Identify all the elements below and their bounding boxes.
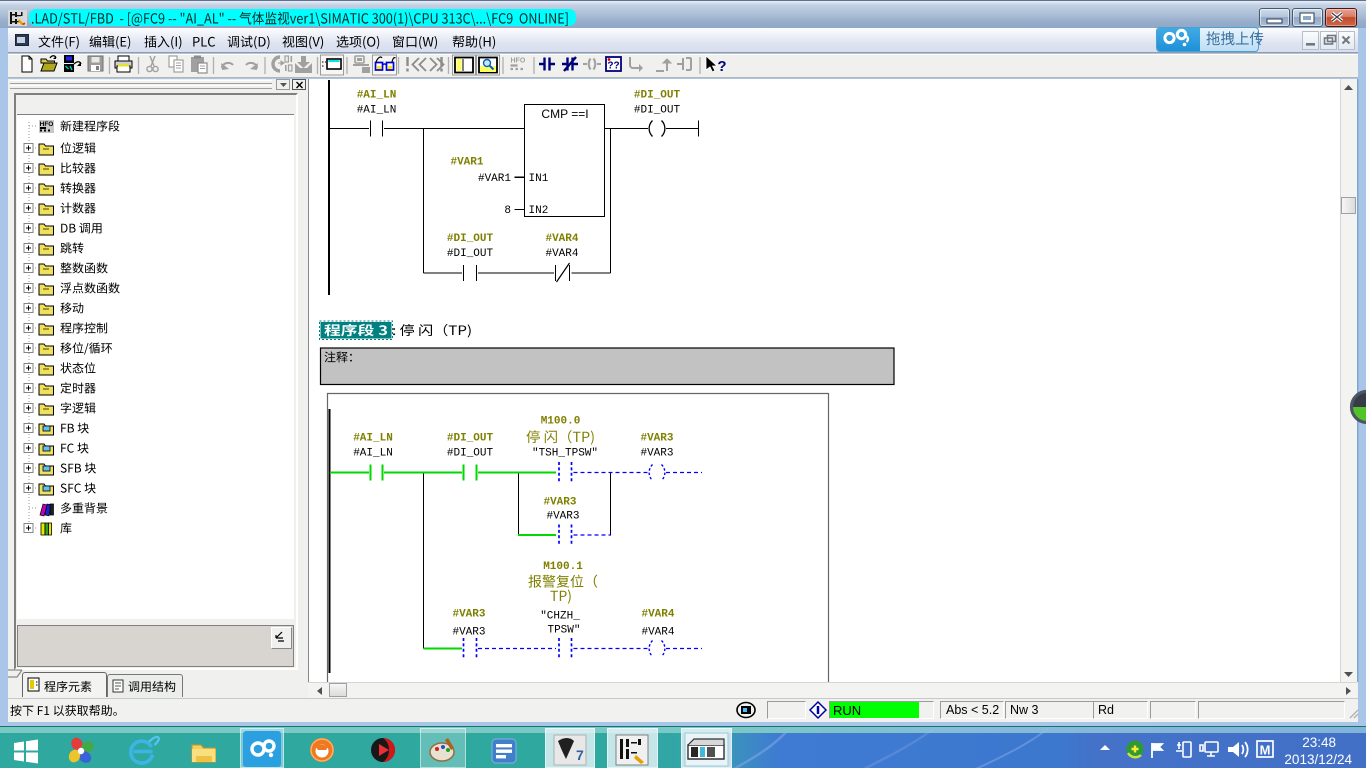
- svg-text:M100.0: M100.0: [541, 416, 581, 428]
- svg-text:??: ??: [607, 61, 619, 72]
- svg-text:RUN: RUN: [833, 703, 861, 718]
- svg-text:#VAR3: #VAR3: [546, 511, 579, 523]
- svg-text:#VAR3: #VAR3: [452, 609, 485, 621]
- svg-text:#VAR3: #VAR3: [640, 448, 673, 460]
- svg-text:M100.1: M100.1: [543, 561, 583, 573]
- svg-text:"CHZH_: "CHZH_: [540, 611, 580, 623]
- svg-text:#DI_OUT: #DI_OUT: [447, 448, 494, 460]
- svg-text:?: ?: [717, 58, 726, 75]
- svg-text:TPSW": TPSW": [547, 625, 580, 637]
- svg-text:M: M: [1260, 743, 1271, 758]
- svg-text:#VAR4: #VAR4: [545, 248, 578, 260]
- svg-text:#VAR1: #VAR1: [450, 157, 483, 169]
- svg-text:8: 8: [504, 205, 511, 217]
- svg-text:23:48: 23:48: [1302, 735, 1336, 750]
- svg-text:#DI_OUT: #DI_OUT: [634, 105, 681, 117]
- svg-text:"TSH_TPSW": "TSH_TPSW": [532, 448, 598, 460]
- svg-text:#DI_OUT: #DI_OUT: [634, 90, 681, 102]
- svg-text:7: 7: [576, 747, 584, 763]
- svg-text:IN1: IN1: [529, 173, 549, 185]
- svg-text:#VAR4: #VAR4: [641, 609, 674, 621]
- svg-text:Abs < 5.2: Abs < 5.2: [946, 703, 999, 717]
- svg-text:#AI_LN: #AI_LN: [357, 90, 397, 102]
- svg-text:#VAR3: #VAR3: [640, 433, 673, 445]
- svg-text:#VAR3: #VAR3: [452, 627, 485, 639]
- svg-text:CMP ==I: CMP ==I: [541, 107, 588, 121]
- svg-text:#AI_LN: #AI_LN: [353, 448, 393, 460]
- svg-text:HFO: HFO: [40, 121, 54, 128]
- svg-text:#VAR1: #VAR1: [478, 173, 511, 185]
- svg-text:#VAR4: #VAR4: [545, 233, 578, 245]
- svg-text:Rd: Rd: [1098, 703, 1114, 717]
- svg-text:IN2: IN2: [529, 205, 549, 217]
- svg-text:#AI_LN: #AI_LN: [357, 105, 397, 117]
- svg-text:#VAR3: #VAR3: [543, 497, 576, 509]
- svg-text:Nw 3: Nw 3: [1010, 703, 1039, 717]
- svg-text:#DI_OUT: #DI_OUT: [447, 248, 494, 260]
- svg-text:2013/12/24: 2013/12/24: [1284, 752, 1352, 767]
- svg-text:HFO: HFO: [511, 58, 526, 65]
- svg-text:#DI_OUT: #DI_OUT: [447, 233, 494, 245]
- svg-text:#DI_OUT: #DI_OUT: [447, 433, 494, 445]
- svg-text:#AI_LN: #AI_LN: [353, 433, 393, 445]
- svg-text:#VAR4: #VAR4: [641, 627, 674, 639]
